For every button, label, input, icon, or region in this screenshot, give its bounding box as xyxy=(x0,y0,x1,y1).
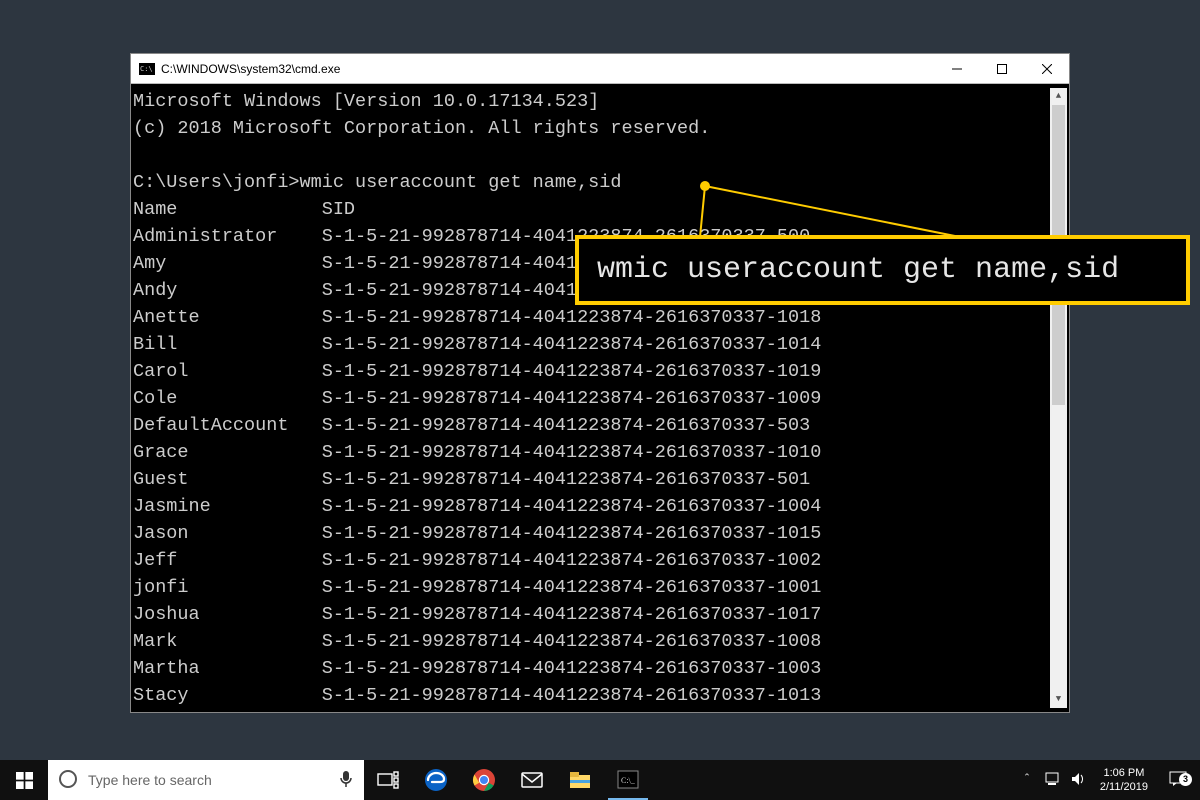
chrome-browser-button[interactable] xyxy=(460,760,508,800)
minimize-button[interactable] xyxy=(934,54,979,84)
cortana-icon xyxy=(48,770,88,791)
tray-volume-icon[interactable] xyxy=(1066,772,1092,789)
microphone-icon[interactable] xyxy=(328,770,364,791)
command-prompt-taskbar-button[interactable]: C:\_ xyxy=(604,760,652,800)
mail-button[interactable] xyxy=(508,760,556,800)
command-prompt-window: C:\WINDOWS\system32\cmd.exe Microsoft Wi… xyxy=(130,53,1070,713)
cmd-icon xyxy=(139,63,155,75)
edge-browser-button[interactable] xyxy=(412,760,460,800)
taskbar: Type here to search C:\_ ＾ xyxy=(0,760,1200,800)
annotation-callout: wmic useraccount get name,sid xyxy=(575,235,1190,305)
vertical-scrollbar[interactable]: ▲ ▼ xyxy=(1050,88,1067,708)
close-button[interactable] xyxy=(1024,54,1069,84)
svg-text:C:\_: C:\_ xyxy=(621,776,636,785)
clock-date: 2/11/2019 xyxy=(1100,780,1148,794)
file-explorer-button[interactable] xyxy=(556,760,604,800)
notification-badge: 3 xyxy=(1179,773,1192,786)
search-placeholder: Type here to search xyxy=(88,772,328,788)
scroll-up-arrow-icon[interactable]: ▲ xyxy=(1050,88,1067,105)
taskbar-search[interactable]: Type here to search xyxy=(48,760,364,800)
console-output[interactable]: Microsoft Windows [Version 10.0.17134.52… xyxy=(131,84,1069,712)
titlebar[interactable]: C:\WINDOWS\system32\cmd.exe xyxy=(131,54,1069,84)
tray-network-icon[interactable] xyxy=(1040,772,1066,789)
task-view-button[interactable] xyxy=(364,760,412,800)
clock-time: 1:06 PM xyxy=(1100,766,1148,780)
window-title: C:\WINDOWS\system32\cmd.exe xyxy=(161,62,340,76)
system-tray: ＾ 1:06 PM 2/11/2019 3 xyxy=(1014,760,1200,800)
annotation-text: wmic useraccount get name,sid xyxy=(597,253,1119,287)
taskbar-clock[interactable]: 1:06 PM 2/11/2019 xyxy=(1092,766,1156,794)
action-center-button[interactable]: 3 xyxy=(1156,771,1200,790)
scroll-down-arrow-icon[interactable]: ▼ xyxy=(1050,691,1067,708)
maximize-button[interactable] xyxy=(979,54,1024,84)
start-button[interactable] xyxy=(0,760,48,800)
tray-chevron-up-icon[interactable]: ＾ xyxy=(1014,771,1040,790)
